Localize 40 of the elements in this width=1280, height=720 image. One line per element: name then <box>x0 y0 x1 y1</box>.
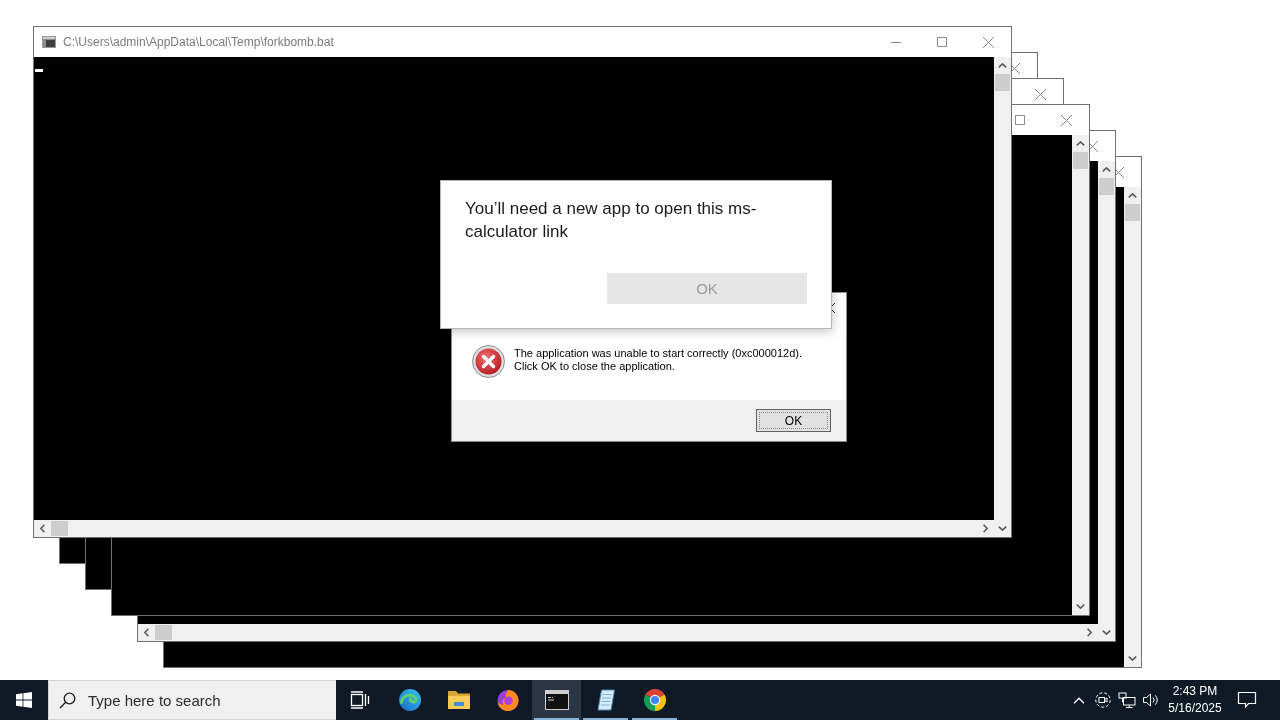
search-icon <box>59 692 76 709</box>
vertical-scrollbar[interactable] <box>994 57 1011 537</box>
wired-network-icon[interactable] <box>1118 692 1136 708</box>
swoosh-circle-icon <box>495 688 520 712</box>
task-view-icon <box>350 691 370 709</box>
terminal-icon <box>544 690 569 710</box>
scrollbar-thumb[interactable] <box>51 521 68 536</box>
four-squares-icon <box>16 692 32 708</box>
video-camera-icon[interactable] <box>1095 692 1111 708</box>
scrollbar-thumb[interactable] <box>1099 178 1114 195</box>
notification-icon[interactable] <box>1237 691 1257 709</box>
vertical-scrollbar[interactable] <box>1098 161 1115 641</box>
close-icon <box>982 36 994 48</box>
dialog-message: You’ll need a new app to open this ms-calculator link <box>465 198 758 243</box>
scrollbar-thumb[interactable] <box>995 74 1010 91</box>
taskbar-app-button[interactable] <box>532 680 581 720</box>
clock-button[interactable]: 2:43 PM 5/16/2025 <box>1164 680 1226 720</box>
horizontal-scrollbar[interactable] <box>138 624 1098 641</box>
console-icon <box>42 36 56 48</box>
folder-icon <box>446 690 471 710</box>
error-icon <box>472 345 505 378</box>
scrollbar-thumb[interactable] <box>1073 152 1088 169</box>
vertical-scrollbar[interactable] <box>1124 187 1141 667</box>
ok-button[interactable]: OK <box>756 409 831 432</box>
chevron-up-icon[interactable] <box>1073 696 1085 704</box>
horizontal-scrollbar[interactable] <box>34 520 994 537</box>
close-icon[interactable] <box>1034 88 1046 100</box>
search-field[interactable]: Type here to search <box>48 680 336 720</box>
maximize-icon[interactable] <box>1015 115 1025 125</box>
window-title: C:\Users\admin\AppData\Local\Temp\forkbomb.bat <box>63 35 334 49</box>
close-icon[interactable] <box>1060 114 1072 126</box>
scrollbar-thumb[interactable] <box>1125 204 1140 221</box>
vertical-scrollbar[interactable] <box>1072 135 1089 615</box>
minimize-icon <box>891 41 901 43</box>
segmented-circle-icon <box>642 688 667 712</box>
swirl-icon <box>397 688 422 712</box>
error-message: The application was unable to start correctly (0xc000012d). Click OK to close the application. <box>514 347 802 373</box>
maximize-icon <box>937 37 947 47</box>
speaker-icon[interactable] <box>1142 692 1160 708</box>
scrollbar-thumb[interactable] <box>155 625 172 640</box>
